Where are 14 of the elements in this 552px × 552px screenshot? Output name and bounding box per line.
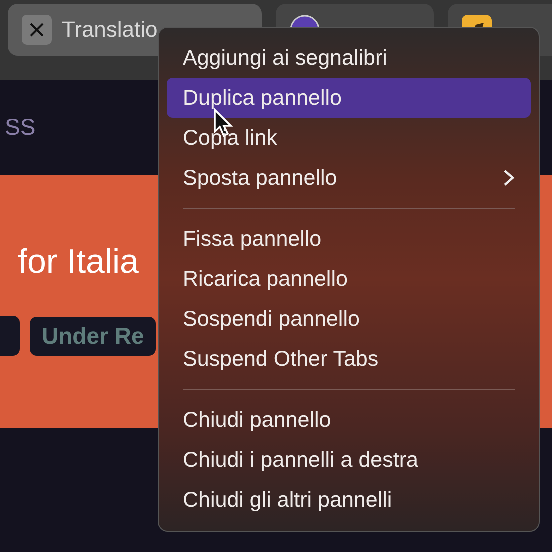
banner-title: for Italia	[18, 243, 139, 282]
menu-item[interactable]: Copia link	[167, 118, 531, 158]
status-tag	[0, 316, 20, 356]
menu-item[interactable]: Fissa pannello	[167, 219, 531, 259]
menu-item[interactable]: Chiudi i pannelli a destra	[167, 440, 531, 480]
close-icon[interactable]	[22, 15, 52, 45]
menu-item[interactable]: Ricarica pannello	[167, 259, 531, 299]
menu-item[interactable]: Chiudi gli altri pannelli	[167, 480, 531, 520]
menu-item[interactable]: Chiudi pannello	[167, 400, 531, 440]
menu-item[interactable]: Sposta pannello	[167, 158, 531, 198]
menu-item[interactable]: Sospendi pannello	[167, 299, 531, 339]
menu-item[interactable]: Suspend Other Tabs	[167, 339, 531, 379]
nav-link[interactable]: SS	[5, 114, 36, 141]
status-tag: Under Re	[30, 316, 156, 356]
